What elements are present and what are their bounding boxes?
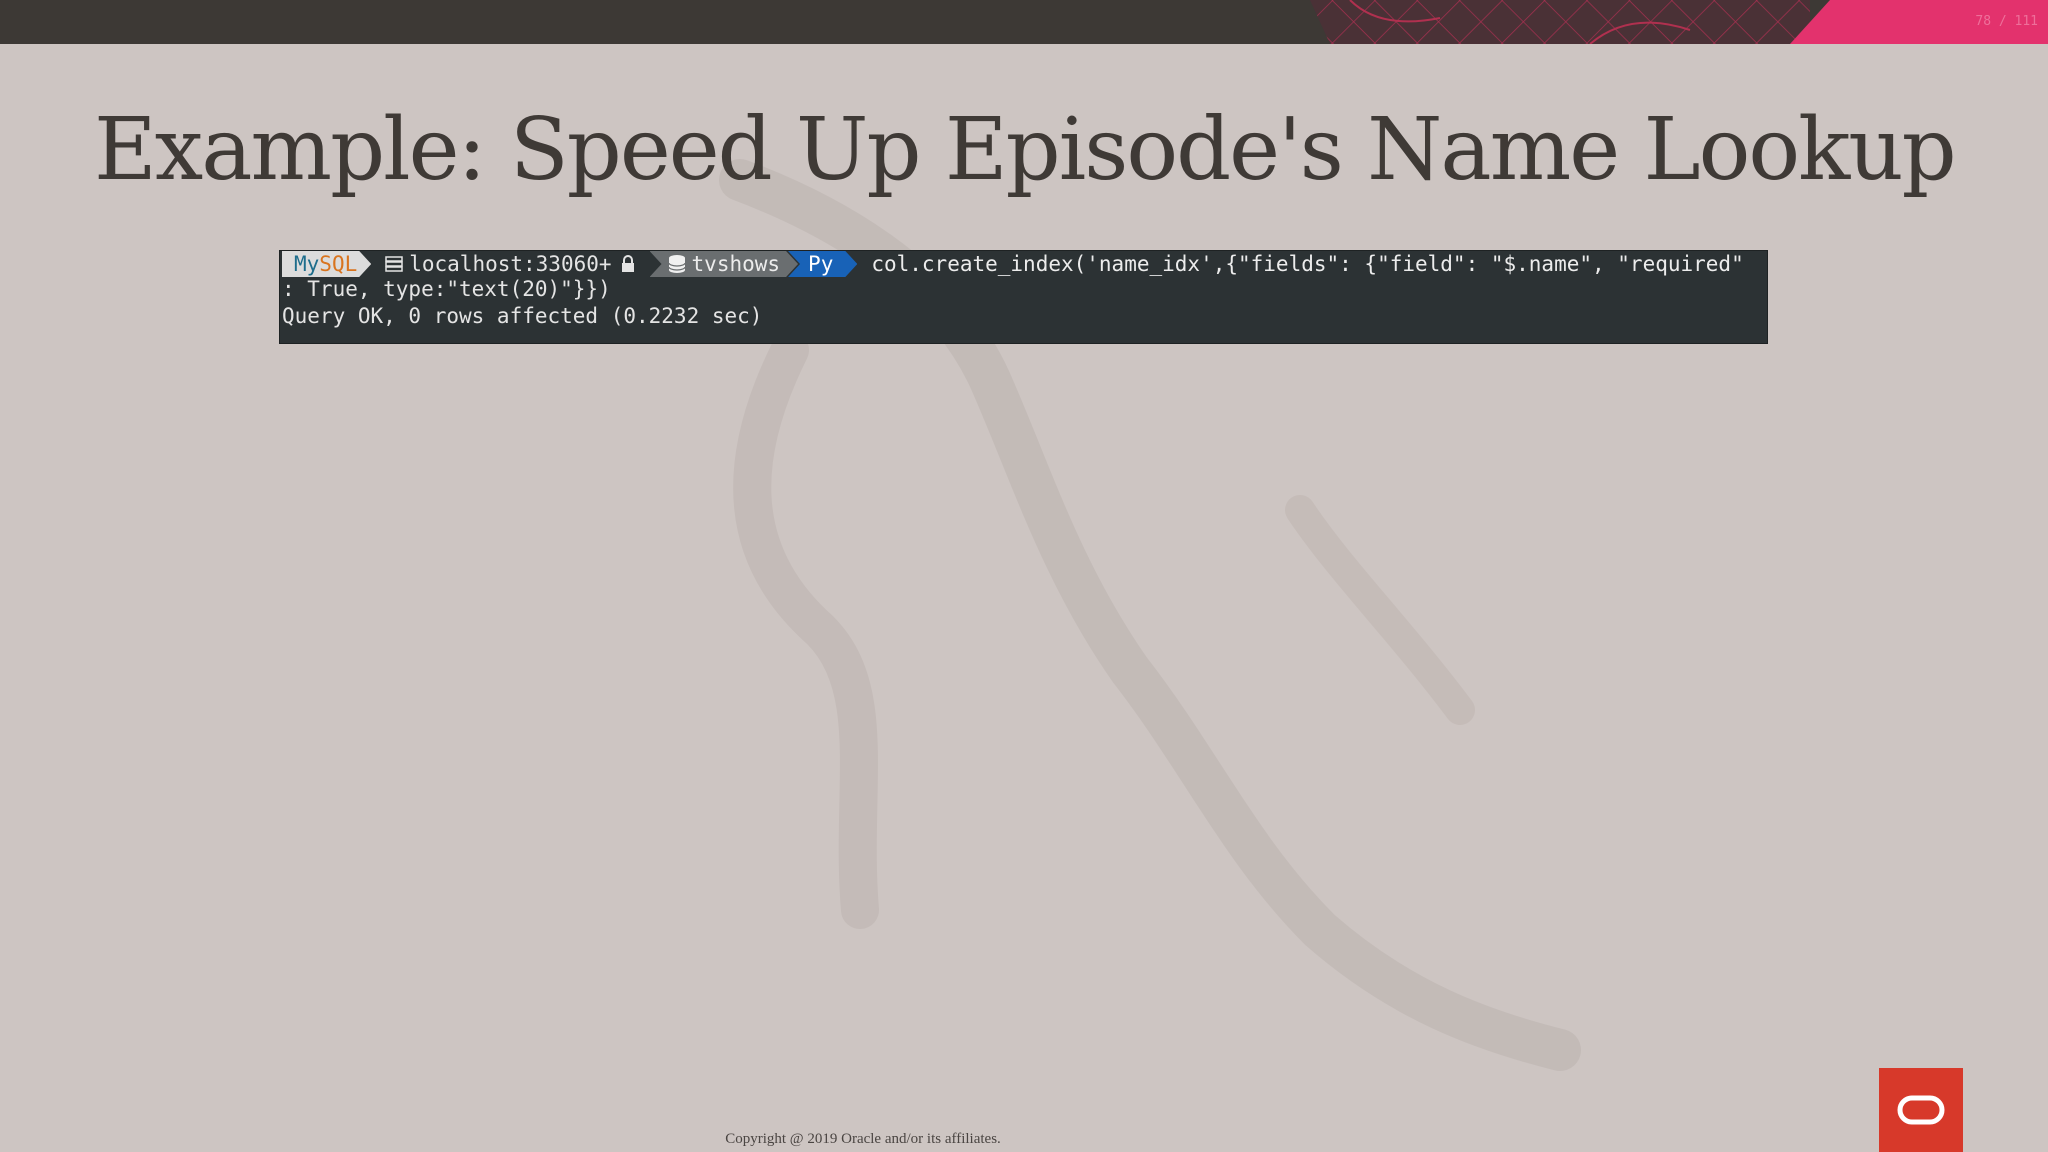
shell-prompt: My SQL localhost:33060+ tvshows Py col.c…	[282, 251, 1744, 277]
prompt-schema: tvshows	[691, 252, 781, 276]
lock-icon	[621, 255, 634, 272]
command-text-line2: : True, type:"text(20)"}})	[282, 277, 611, 301]
server-icon	[385, 256, 403, 272]
decorative-pattern	[1310, 0, 1810, 44]
oracle-logo	[1879, 1068, 1963, 1152]
prompt-schema-segment: tvshows	[650, 251, 799, 277]
prompt-mysql-segment: My SQL	[282, 251, 371, 277]
command-text-line1: col.create_index('name_idx',{"fields": {…	[871, 252, 1744, 276]
page-counter: 78 / 111	[1975, 14, 2038, 29]
mysql-my: My	[294, 252, 320, 276]
terminal-output: My SQL localhost:33060+ tvshows Py col.c…	[279, 250, 1768, 344]
top-bar: 78 / 111	[0, 0, 2048, 44]
database-icon	[668, 254, 686, 274]
query-result: Query OK, 0 rows affected (0.2232 sec)	[282, 304, 763, 328]
prompt-mode: Py	[808, 252, 834, 276]
prompt-mode-segment: Py	[788, 251, 857, 277]
prompt-host: localhost:33060+	[409, 252, 612, 276]
prompt-host-segment: localhost:33060+	[371, 251, 656, 277]
mysql-sql: SQL	[319, 252, 358, 276]
copyright-notice: Copyright @ 2019 Oracle and/or its affil…	[725, 1131, 1001, 1147]
slide-title: Example: Speed Up Episode's Name Lookup	[94, 100, 1957, 200]
oracle-ring-icon	[1897, 1095, 1945, 1125]
